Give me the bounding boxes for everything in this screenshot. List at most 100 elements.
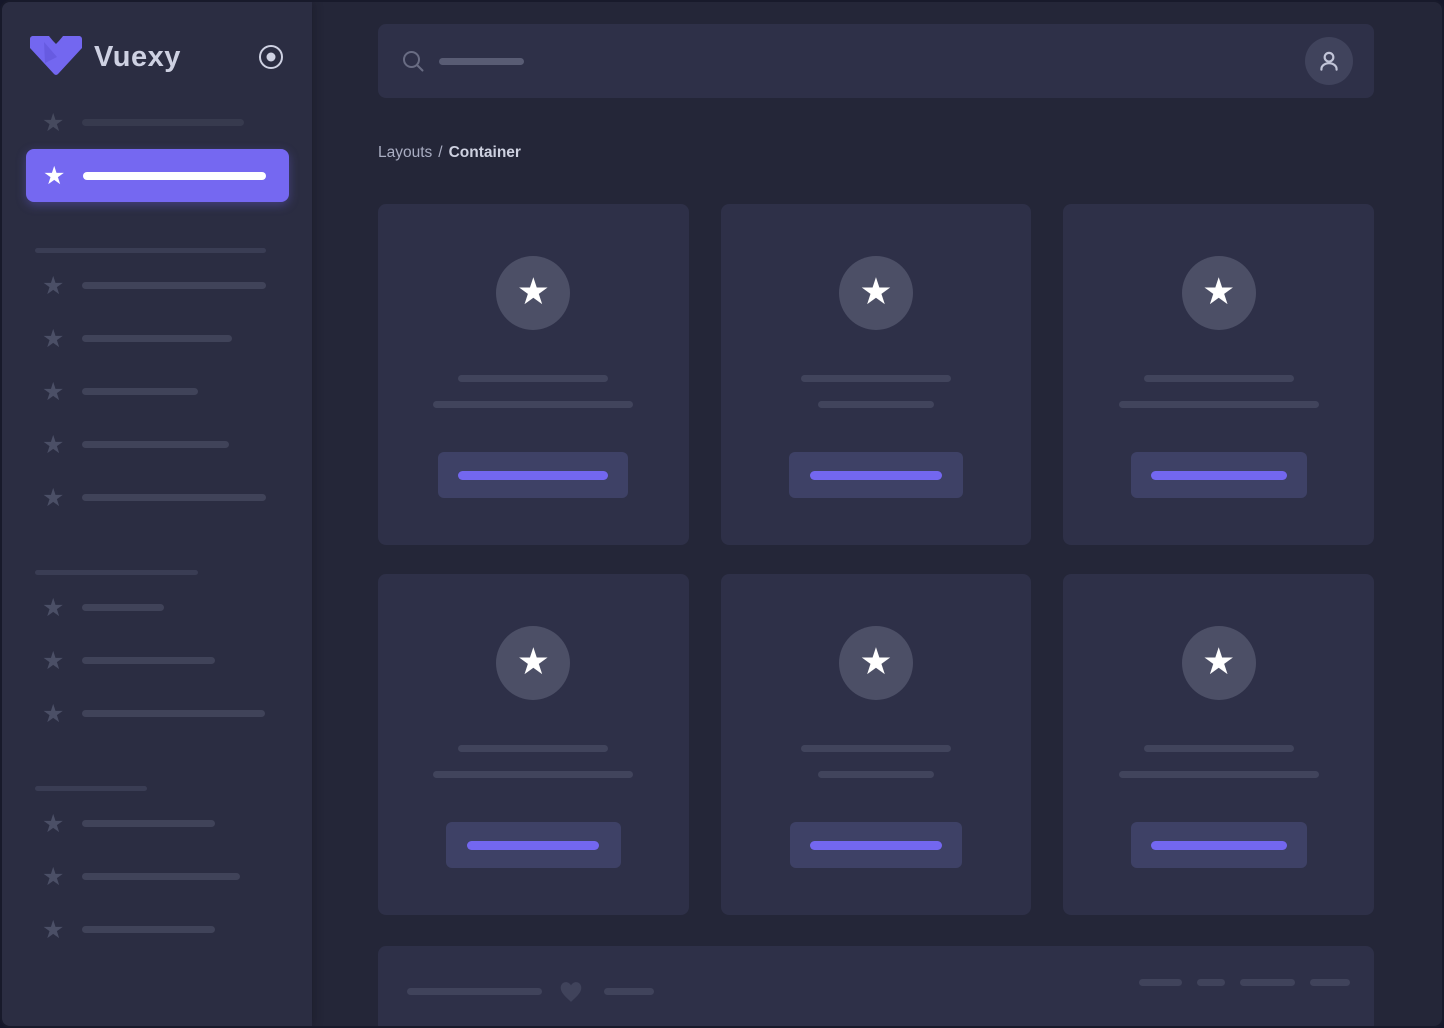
sidebar-item[interactable]: ★: [2, 797, 312, 850]
content-card: ★: [720, 574, 1032, 915]
sidebar-item-label-skeleton: [82, 388, 198, 395]
star-icon: ★: [859, 269, 893, 313]
heart-icon: [558, 979, 584, 1003]
card-title-skeleton: [458, 745, 609, 752]
star-icon: ★: [516, 639, 550, 683]
button-label-skeleton: [1150, 470, 1287, 480]
card-action-button[interactable]: [438, 452, 629, 498]
footer-link-skeleton: [1197, 979, 1225, 986]
card-action-button[interactable]: [445, 822, 621, 868]
button-label-skeleton: [467, 840, 600, 850]
card-subtitle-skeleton: [817, 771, 934, 778]
star-icon: ★: [42, 593, 65, 622]
card-action-button[interactable]: [1130, 452, 1307, 498]
sidebar-item[interactable]: ★: [2, 634, 312, 687]
person-icon: [1316, 48, 1342, 74]
star-icon: ★: [859, 639, 893, 683]
card-avatar-circle: ★: [1181, 256, 1256, 330]
brand-row: Vuexy: [2, 2, 312, 82]
brand-name: Vuexy: [94, 40, 181, 73]
sidebar-item[interactable]: ★: [2, 581, 312, 634]
button-label-skeleton: [458, 470, 609, 480]
sidebar-item-label-skeleton: [82, 873, 240, 880]
card-subtitle-skeleton: [433, 401, 634, 408]
content-card: ★: [720, 204, 1032, 545]
breadcrumb-parent[interactable]: Layouts: [378, 144, 432, 162]
sidebar-item[interactable]: ★: [2, 471, 312, 524]
sidebar-item-label-skeleton: [83, 171, 266, 180]
content-card: ★: [1063, 204, 1374, 545]
footer-card: [378, 946, 1374, 1026]
sidebar-item[interactable]: ★: [2, 418, 312, 471]
star-icon: ★: [42, 699, 65, 728]
card-title-skeleton: [1143, 375, 1294, 382]
footer-left-group: [407, 979, 654, 1003]
footer-link-skeleton: [1310, 979, 1350, 986]
global-search-bar[interactable]: [378, 24, 1374, 98]
sidebar-item-label-skeleton: [82, 282, 266, 289]
user-avatar[interactable]: [1305, 37, 1353, 85]
nav-section-header-skeleton: [35, 570, 198, 575]
nav-section-header-skeleton: [35, 786, 147, 791]
sidebar-item-label-skeleton: [82, 119, 244, 126]
main-content: Layouts / Container ★ ★ ★ ★ ★ ★: [312, 2, 1442, 1026]
card-subtitle-skeleton: [1118, 771, 1319, 778]
content-card: ★: [378, 204, 689, 545]
star-icon: ★: [42, 483, 65, 512]
card-action-button[interactable]: [788, 452, 963, 498]
sidebar-item[interactable]: ★: [2, 365, 312, 418]
card-avatar-circle: ★: [838, 256, 913, 330]
star-icon: ★: [42, 271, 65, 300]
sidebar-item[interactable]: ★: [2, 96, 312, 149]
star-icon: ★: [42, 915, 65, 944]
sidebar-item[interactable]: ★: [2, 903, 312, 956]
card-title-skeleton: [1143, 745, 1294, 752]
card-title-skeleton: [800, 375, 951, 382]
app-window: Vuexy ★ ★ ★ ★ ★ ★ ★ ★ ★ ★ ★ ★ ★ Layouts …: [0, 0, 1444, 1028]
sidebar-item-label-skeleton: [82, 441, 229, 448]
star-icon: ★: [1202, 639, 1236, 683]
star-icon: ★: [42, 862, 65, 891]
sidebar-item[interactable]: ★: [2, 259, 312, 312]
star-icon: ★: [42, 646, 65, 675]
breadcrumb: Layouts / Container: [378, 144, 1374, 162]
card-title-skeleton: [800, 745, 951, 752]
card-avatar-circle: ★: [1181, 626, 1256, 700]
card-action-button[interactable]: [1130, 822, 1307, 868]
sidebar-item-label-skeleton: [82, 604, 164, 611]
card-subtitle-skeleton: [1118, 401, 1319, 408]
card-avatar-circle: ★: [496, 626, 571, 700]
sidebar-collapse-toggle-icon[interactable]: [258, 44, 284, 70]
sidebar-item[interactable]: ★: [2, 687, 312, 740]
content-card: ★: [378, 574, 689, 915]
button-label-skeleton: [809, 840, 942, 850]
nav-section-header-skeleton: [35, 248, 266, 253]
sidebar-item-label-skeleton: [82, 926, 215, 933]
content-card: ★: [1063, 574, 1374, 915]
card-title-skeleton: [458, 375, 609, 382]
button-label-skeleton: [1150, 840, 1287, 850]
vuexy-logo-icon[interactable]: [30, 36, 82, 78]
button-label-skeleton: [809, 470, 942, 480]
sidebar-nav: ★ ★ ★ ★ ★ ★ ★ ★ ★ ★ ★ ★ ★: [2, 96, 312, 956]
card-subtitle-skeleton: [817, 401, 934, 408]
card-grid: ★ ★ ★ ★ ★ ★: [378, 204, 1374, 915]
star-icon: ★: [1202, 269, 1236, 313]
footer-link-skeleton: [1240, 979, 1295, 986]
sidebar-item-label-skeleton: [82, 710, 265, 717]
footer-text-skeleton: [604, 987, 654, 995]
footer-right-group: [1139, 979, 1350, 986]
card-avatar-circle: ★: [838, 626, 913, 700]
sidebar-item[interactable]: ★: [2, 850, 312, 903]
footer-text-skeleton: [407, 987, 542, 995]
star-icon: ★: [42, 377, 65, 406]
sidebar-item[interactable]: ★: [2, 312, 312, 365]
star-icon: ★: [42, 809, 65, 838]
breadcrumb-current: Container: [448, 144, 521, 161]
card-action-button[interactable]: [789, 822, 962, 868]
card-subtitle-skeleton: [433, 771, 634, 778]
sidebar-item-label-skeleton: [82, 494, 266, 501]
sidebar-item[interactable]: ★: [26, 149, 289, 202]
card-avatar-circle: ★: [496, 256, 571, 330]
star-icon: ★: [42, 324, 65, 353]
